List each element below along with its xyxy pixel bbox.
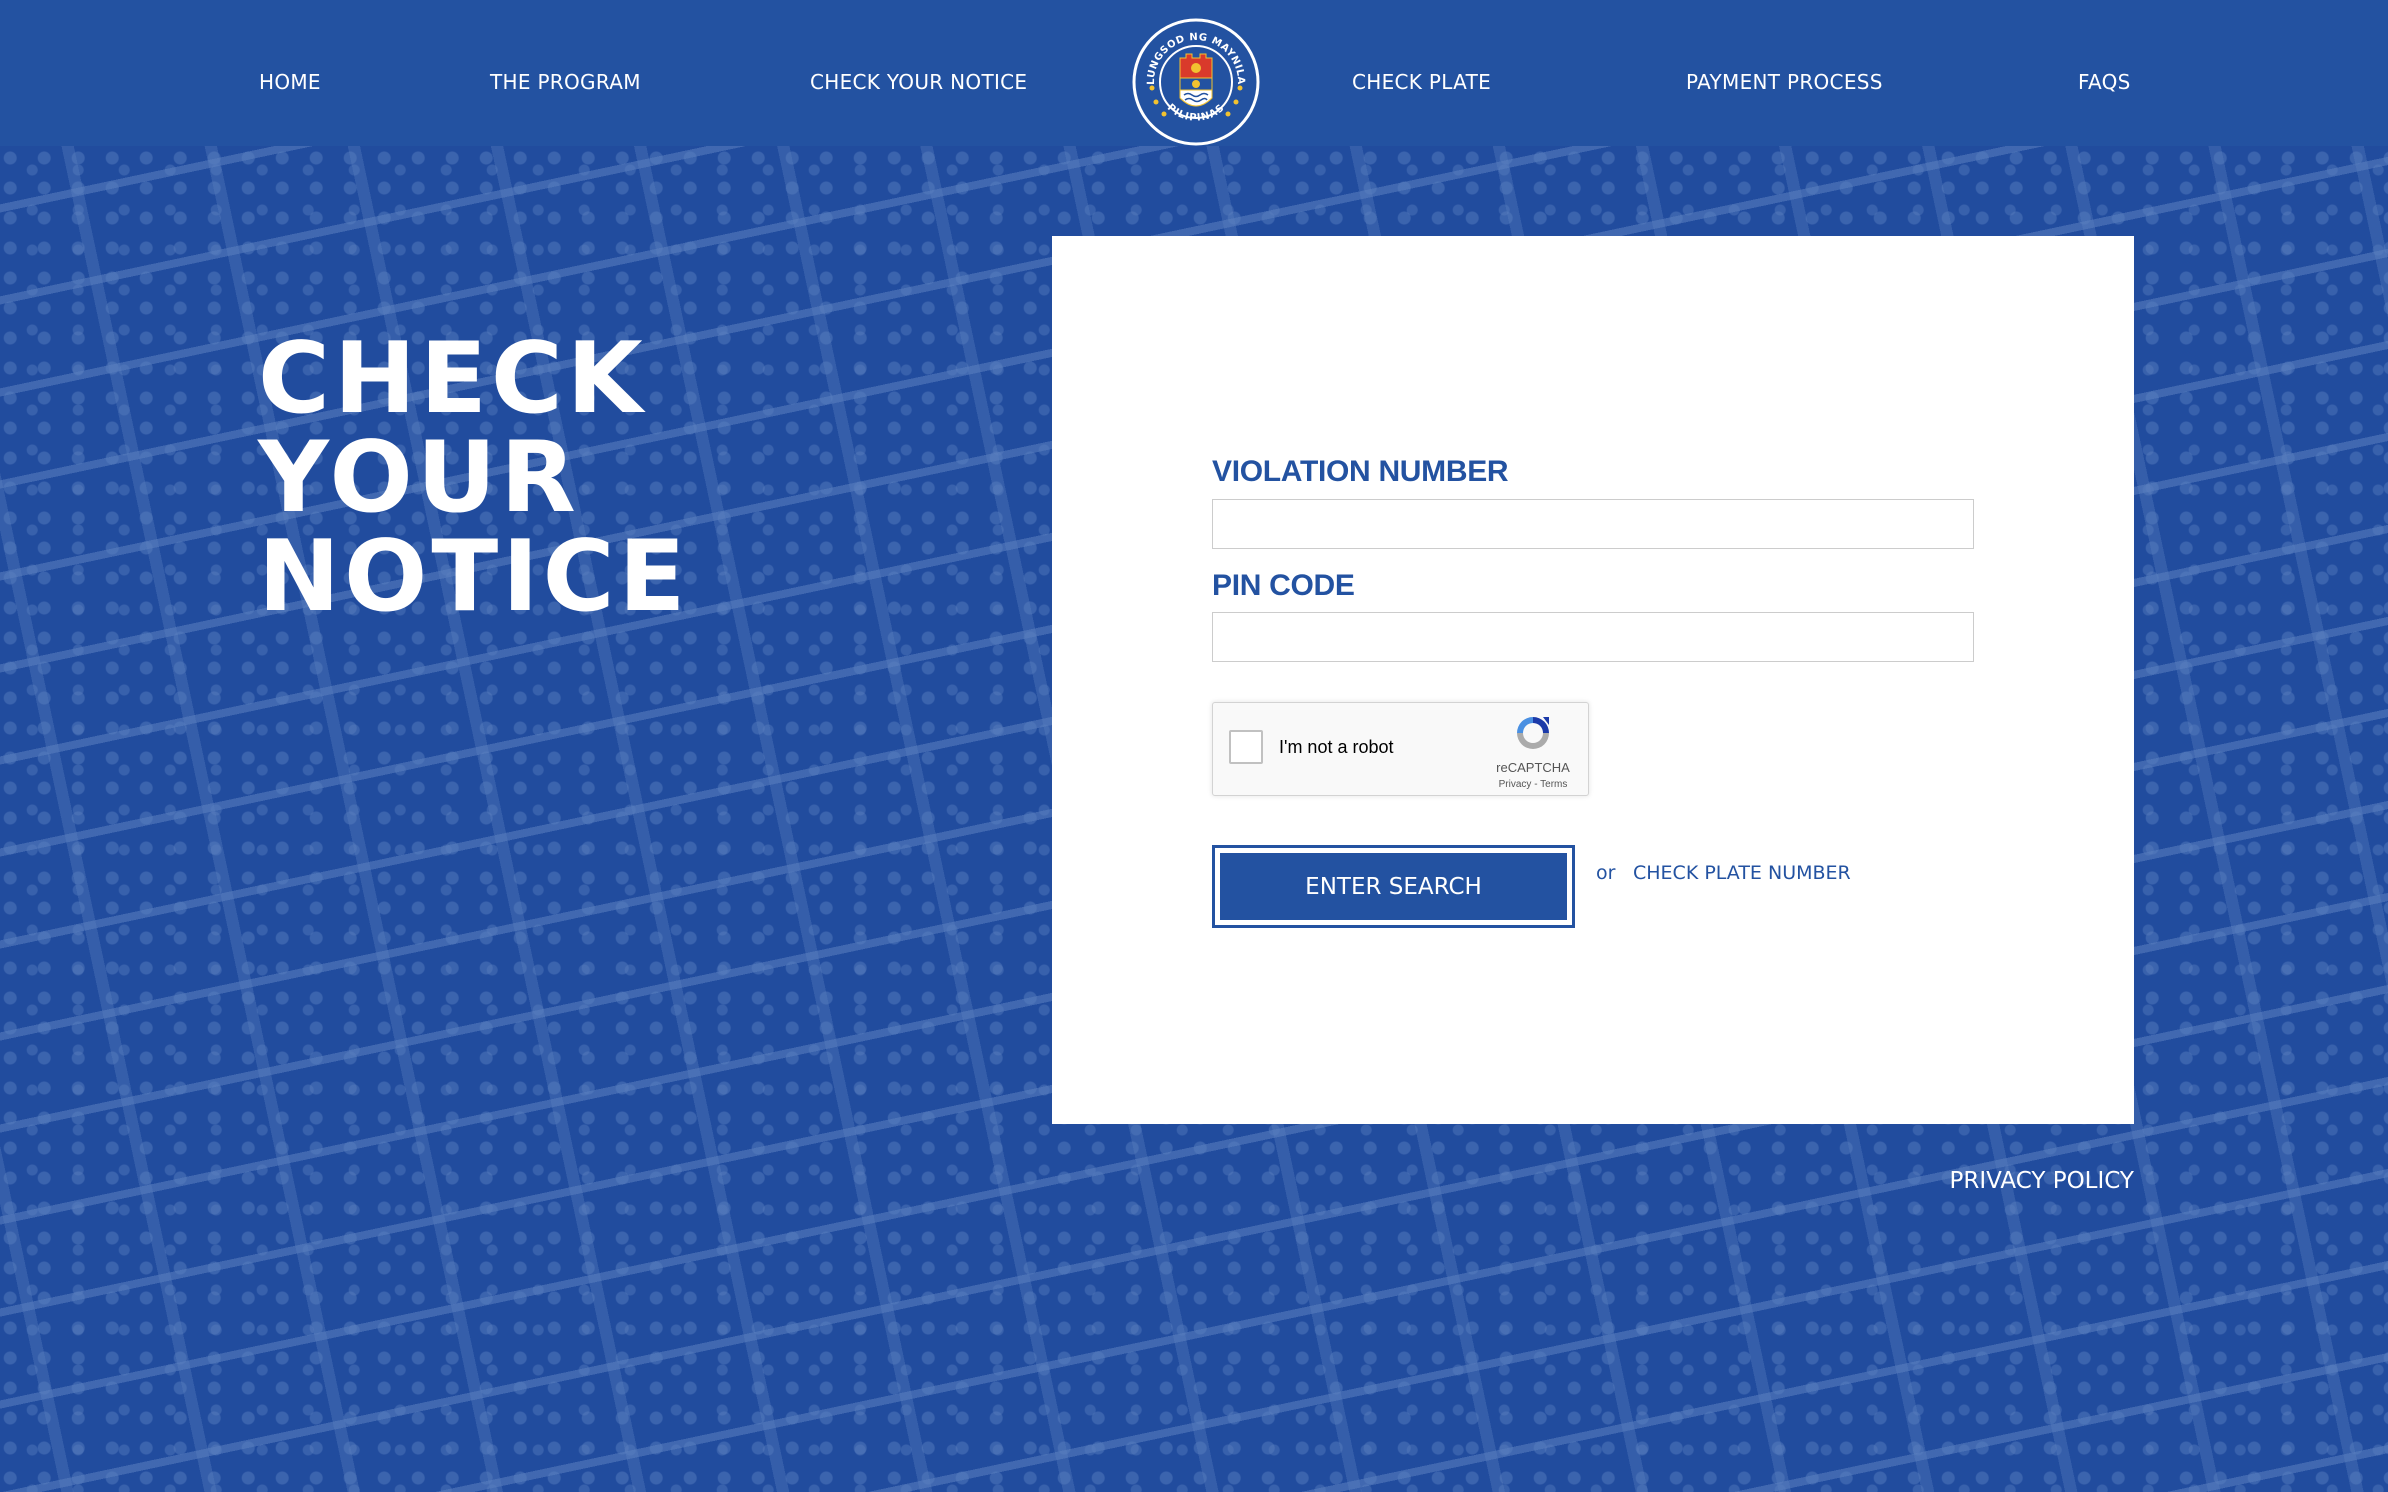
privacy-policy-link[interactable]: PRIVACY POLICY bbox=[1949, 1168, 2134, 1194]
top-navigation: HOME THE PROGRAM CHECK YOUR NOTICE LUNGS… bbox=[0, 0, 2388, 146]
title-line: YOUR bbox=[258, 421, 580, 535]
recaptcha-privacy-link[interactable]: Privacy bbox=[1499, 779, 1532, 790]
nav-check-your-notice[interactable]: CHECK YOUR NOTICE bbox=[810, 70, 1027, 94]
manila-city-seal-icon[interactable]: LUNGSOD NG MAYNILA PILIPINAS bbox=[1132, 18, 1260, 146]
recaptcha-widget: I'm not a robot reCAPTCHA Privacy - Term… bbox=[1212, 702, 1589, 796]
nav-payment-process[interactable]: PAYMENT PROCESS bbox=[1686, 70, 1883, 94]
title-line: NOTICE bbox=[258, 520, 690, 634]
enter-search-button-label: ENTER SEARCH bbox=[1220, 853, 1567, 920]
recaptcha-links: Privacy - Terms bbox=[1488, 779, 1578, 790]
nav-check-plate[interactable]: CHECK PLATE bbox=[1352, 70, 1491, 94]
page-title: CHECK YOUR NOTICE bbox=[258, 330, 690, 627]
enter-search-button[interactable]: ENTER SEARCH bbox=[1212, 845, 1575, 928]
recaptcha-branding: reCAPTCHA Privacy - Terms bbox=[1488, 713, 1578, 790]
pin-code-input[interactable] bbox=[1212, 612, 1974, 662]
violation-number-label: VIOLATION NUMBER bbox=[1212, 455, 1509, 488]
recaptcha-checkbox[interactable] bbox=[1229, 730, 1263, 764]
recaptcha-brand: reCAPTCHA bbox=[1496, 760, 1570, 775]
recaptcha-label: I'm not a robot bbox=[1279, 737, 1394, 757]
title-line: CHECK bbox=[258, 322, 647, 436]
check-plate-number-link[interactable]: CHECK PLATE NUMBER bbox=[1633, 862, 1851, 884]
nav-the-program[interactable]: THE PROGRAM bbox=[490, 70, 641, 94]
or-separator: or bbox=[1596, 862, 1616, 884]
nav-home[interactable]: HOME bbox=[259, 70, 321, 94]
nav-faqs[interactable]: FAQS bbox=[2078, 70, 2131, 94]
recaptcha-terms-link[interactable]: Terms bbox=[1540, 779, 1567, 790]
pin-code-label: PIN CODE bbox=[1212, 569, 1355, 602]
violation-number-input[interactable] bbox=[1212, 499, 1974, 549]
notice-search-card: VIOLATION NUMBER PIN CODE I'm not a robo… bbox=[1052, 236, 2134, 1124]
recaptcha-separator: - bbox=[1534, 779, 1538, 790]
recaptcha-icon bbox=[1517, 717, 1549, 749]
